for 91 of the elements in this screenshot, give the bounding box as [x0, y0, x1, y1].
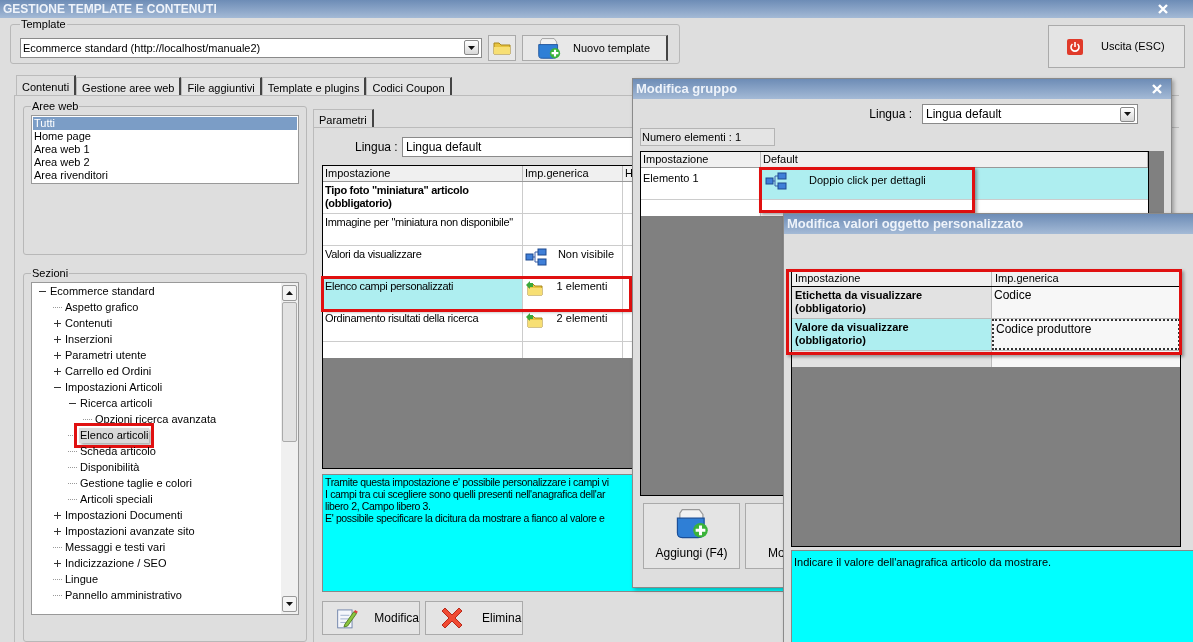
tree-item[interactable]: Impostazioni Documenti — [64, 508, 184, 523]
language-dropdown[interactable]: Lingua default — [922, 104, 1138, 124]
group-label: Aree web — [31, 99, 80, 114]
table-cell: Elenco campi personalizzati — [323, 278, 523, 309]
list-item[interactable]: Area web 2 — [33, 155, 297, 169]
scroll-thumb[interactable] — [282, 301, 297, 442]
description-text: Indicare il valore dell'anagrafica articolo da mostrare. — [794, 556, 1052, 568]
plus-icon[interactable] — [53, 335, 62, 344]
scroll-up-icon[interactable] — [282, 284, 297, 301]
exit-button[interactable]: Uscita (ESC) — [1048, 25, 1185, 68]
table-row[interactable]: Elemento 1 Doppio click per dettagli — [641, 168, 1148, 200]
tree-item[interactable]: Indicizzazione / SEO — [64, 556, 168, 571]
tree-item[interactable]: Aspetto grafico — [64, 300, 140, 315]
tree-item[interactable]: Lingue — [64, 572, 100, 587]
plus-icon[interactable] — [53, 511, 62, 520]
table-cell: Elemento 1 — [641, 168, 761, 199]
close-icon[interactable] — [1152, 84, 1162, 94]
table-row[interactable]: Etichetta da visualizzare (obbligatorio) Codice — [792, 287, 1180, 319]
folder-icon — [493, 40, 511, 56]
tree-item[interactable]: Articoli speciali — [79, 492, 154, 507]
hierarchy-icon — [765, 172, 787, 190]
template-dropdown[interactable]: Ecommerce standard (http://localhost/manuale2) — [20, 37, 482, 58]
folder-icon — [525, 280, 543, 296]
scroll-down-icon[interactable] — [282, 596, 297, 612]
table-cell[interactable]: Doppio click per dettagli — [761, 168, 1148, 199]
power-icon — [1067, 38, 1083, 55]
tree-item[interactable]: Gestione taglie e colori — [79, 476, 193, 491]
tree-item[interactable]: Scheda articolo — [79, 444, 157, 459]
close-icon[interactable] — [1158, 4, 1168, 14]
table-row[interactable]: Valore da visualizzare (obbligatorio) Codice produttore — [792, 319, 1180, 351]
count-field: Numero elementi : 1 — [640, 128, 775, 146]
tab[interactable]: Template e plugins — [261, 77, 367, 95]
group-label: Sezioni — [31, 266, 70, 281]
list-item[interactable]: Area rivenditori — [33, 168, 297, 182]
window-title: GESTIONE TEMPLATE E CONTENUTI — [3, 1, 217, 18]
tree-item[interactable]: Impostazioni Articoli — [64, 380, 164, 395]
column-header: Impostazione — [323, 166, 523, 181]
table-row[interactable]: Elenco campi personalizzati 1 elementi — [323, 278, 630, 310]
list-item[interactable]: Area web 1 — [33, 142, 297, 156]
tree-item[interactable]: Ricerca articoli — [79, 396, 154, 411]
tree-item[interactable]: Impostazioni avanzate sito — [64, 524, 196, 539]
description-line: Tramite questa impostazione e' possibile personalizzare i campi vi — [325, 476, 609, 488]
column-header: Impostazione — [641, 152, 761, 167]
table-cell: Immagine per "miniatura non disponibile" — [323, 214, 523, 245]
description-line: E' possibile specificare la dicitura da mostrare a fianco al valore e — [325, 512, 605, 524]
tree-item[interactable]: Ecommerce standard — [49, 284, 156, 299]
hierarchy-icon — [525, 248, 547, 266]
tree-item[interactable]: Opzioni ricerca avanzata — [94, 412, 218, 427]
language-label: Lingua : — [869, 106, 912, 123]
plus-icon[interactable] — [53, 351, 62, 360]
column-header: Imp.generica — [523, 166, 623, 181]
action-button[interactable]: Elimina — [425, 601, 523, 635]
tab[interactable]: Contenuti — [16, 75, 77, 95]
plus-icon[interactable] — [53, 319, 62, 328]
tab[interactable]: Codici Coupon — [366, 77, 452, 95]
tab[interactable]: File aggiuntivi — [181, 77, 262, 95]
table-cell: Ordinamento risultati della ricerca — [323, 310, 523, 341]
tree-item[interactable]: Pannello amministrativo — [64, 588, 183, 603]
table-cell: Etichetta da visualizzare (obbligatorio) — [792, 287, 992, 318]
table-cell: Tipo foto "miniatura" articolo (obbligatorio) — [323, 182, 523, 213]
tree-item[interactable]: Disponibilità — [79, 460, 141, 475]
table-cell-text: 1 elementi — [555, 280, 609, 293]
tree-item[interactable]: Inserzioni — [64, 332, 114, 347]
table-cell: Valore da visualizzare (obbligatorio) — [792, 319, 992, 350]
tree-item[interactable]: Carrello ed Ordini — [64, 364, 153, 379]
new-template-button[interactable]: Nuovo template — [522, 34, 668, 61]
plus-icon[interactable] — [53, 367, 62, 376]
tree-item[interactable]: Parametri utente — [64, 348, 148, 363]
add-box-icon — [537, 35, 561, 60]
group-label: Template — [20, 17, 67, 32]
action-button[interactable]: Aggiungi (F4) — [643, 503, 740, 569]
action-button[interactable]: Modifica — [322, 601, 420, 635]
plus-icon[interactable] — [53, 559, 62, 568]
plus-icon[interactable] — [53, 527, 62, 536]
description-line: I campi tra cui scegliere sono quelli presenti nell'anagrafica dell'ar — [325, 488, 606, 500]
add-box-icon — [674, 506, 709, 540]
dialog-title: Modifica gruppo — [636, 80, 738, 99]
description-line: libero 2, Campo libero 3. — [325, 500, 431, 512]
column-header: Imp.generica — [994, 271, 1060, 286]
list-item[interactable]: Home page — [33, 129, 297, 143]
table-cell-text: Non visibile — [556, 248, 616, 261]
table-cell-text: 2 elementi — [555, 312, 609, 325]
dialog-title: Modifica valori oggetto personalizzato — [787, 215, 1024, 234]
tree-item[interactable]: Contenuti — [64, 316, 114, 331]
folder-icon — [525, 312, 543, 328]
tab[interactable]: Gestione aree web — [76, 77, 182, 95]
language-label: Lingua : — [355, 139, 399, 156]
scrollbar[interactable] — [281, 282, 298, 614]
tree-item[interactable]: Messaggi e testi vari — [64, 540, 167, 555]
column-header: Default — [761, 152, 1148, 167]
tab[interactable]: Parametri — [313, 109, 374, 127]
